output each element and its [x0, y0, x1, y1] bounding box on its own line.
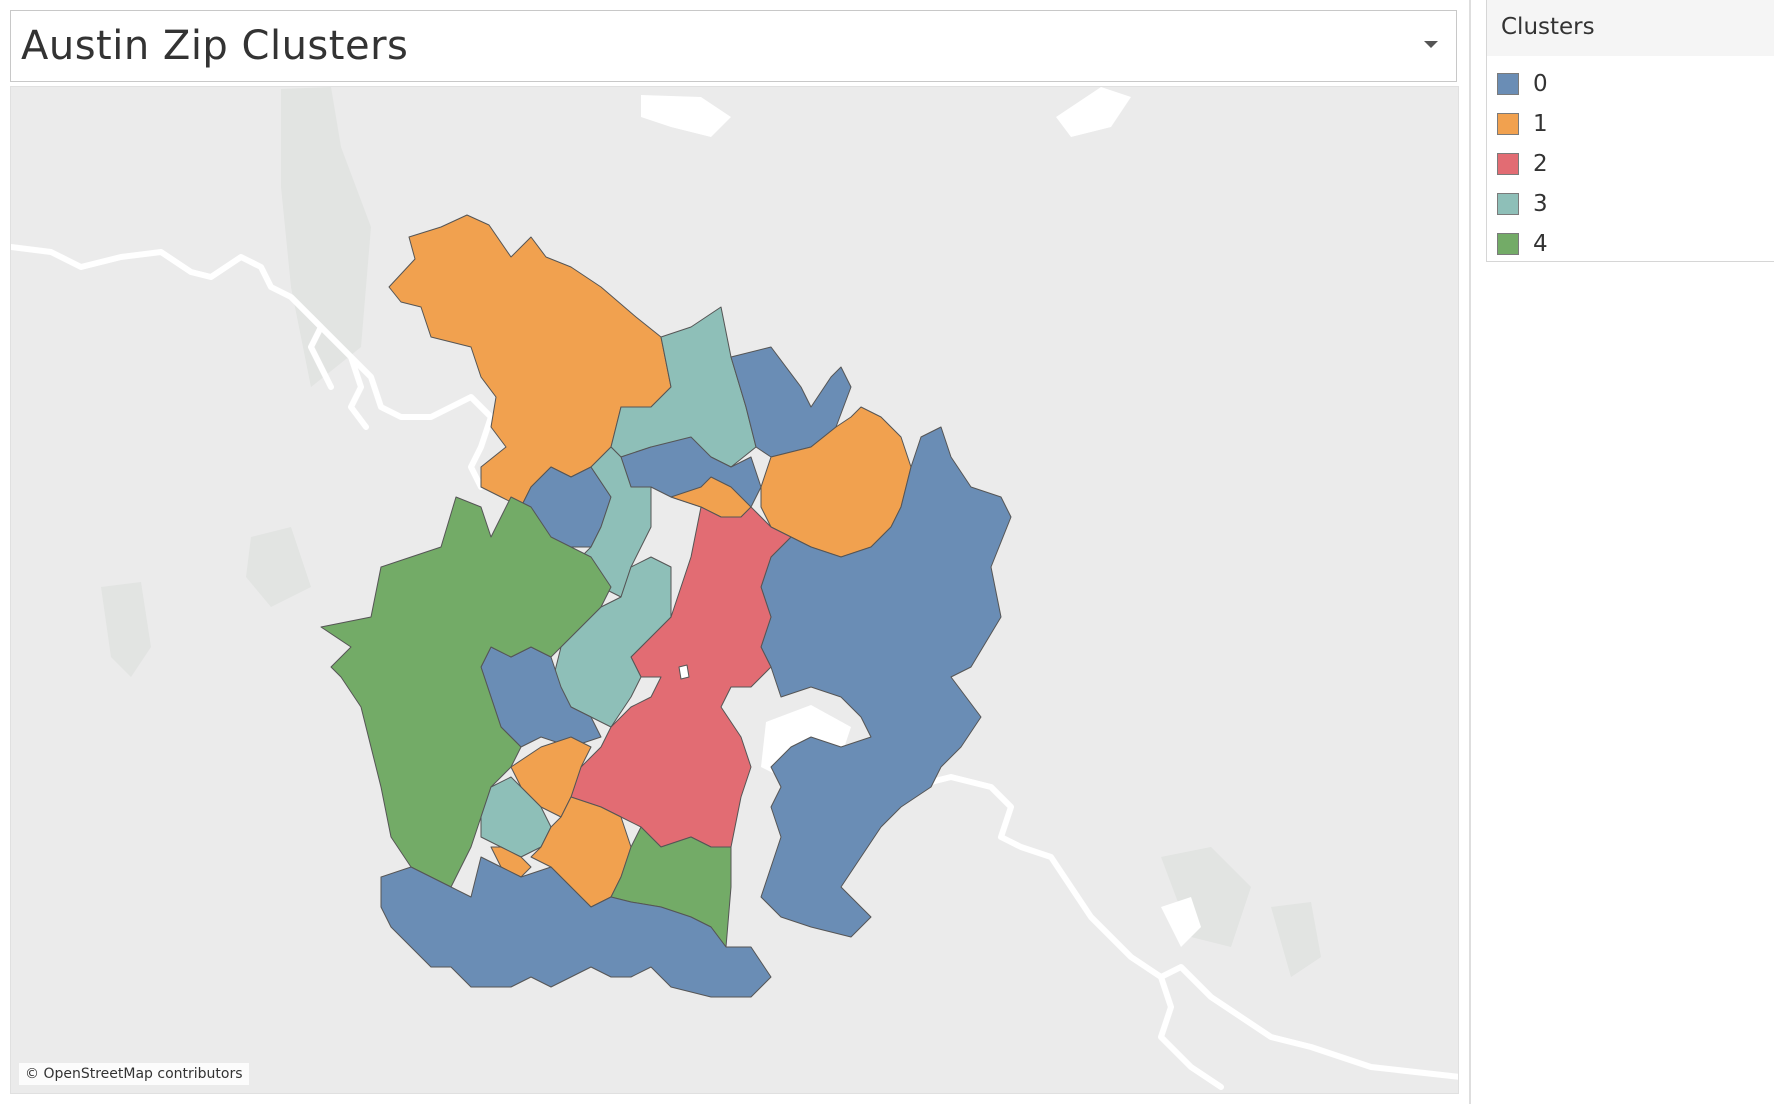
title-bar: Austin Zip Clusters — [10, 10, 1457, 82]
legend-item-0[interactable]: 0 — [1487, 64, 1774, 104]
legend-item-1[interactable]: 1 — [1487, 104, 1774, 144]
legend-label: 1 — [1533, 111, 1548, 137]
legend-label: 2 — [1533, 151, 1548, 177]
map-canvas — [11, 87, 1458, 1090]
legend-swatch — [1497, 193, 1519, 215]
panel-divider — [1469, 0, 1471, 1104]
legend-swatch — [1497, 153, 1519, 175]
zip-regions — [320, 214, 1012, 998]
legend-swatch — [1497, 113, 1519, 135]
legend-label: 3 — [1533, 191, 1548, 217]
legend-item-4[interactable]: 4 — [1487, 224, 1774, 264]
map-view[interactable]: © OpenStreetMap contributors — [10, 86, 1459, 1094]
legend-swatch — [1497, 73, 1519, 95]
legend-swatch — [1497, 233, 1519, 255]
legend-label: 0 — [1533, 71, 1548, 97]
page-title: Austin Zip Clusters — [21, 23, 409, 69]
legend-list: 0 1 2 3 4 — [1487, 64, 1774, 264]
legend-label: 4 — [1533, 231, 1548, 257]
legend-panel: Clusters 0 1 2 3 4 — [1486, 0, 1774, 262]
legend-item-3[interactable]: 3 — [1487, 184, 1774, 224]
legend-title: Clusters — [1487, 0, 1774, 56]
chevron-down-icon[interactable] — [1420, 33, 1442, 55]
legend-item-2[interactable]: 2 — [1487, 144, 1774, 184]
map-attribution[interactable]: © OpenStreetMap contributors — [19, 1063, 249, 1085]
